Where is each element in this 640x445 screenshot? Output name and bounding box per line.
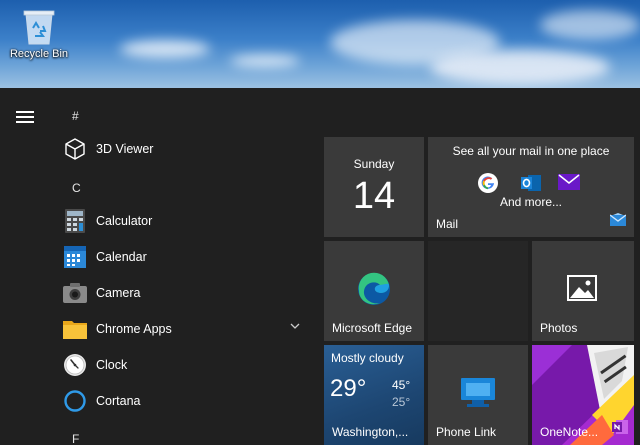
clock-icon <box>62 352 88 378</box>
group-header-hash[interactable]: # <box>72 109 79 123</box>
folder-icon <box>62 316 88 342</box>
tile-weather[interactable]: Mostly cloudy 29° 45° 25° Washington,... <box>324 345 424 445</box>
weather-condition: Mostly cloudy <box>331 351 404 365</box>
cloud <box>430 50 610 85</box>
mail-envelope-icon <box>609 213 627 231</box>
desktop-wallpaper: Recycle Bin <box>0 0 640 88</box>
tile-label: Mail <box>436 217 459 231</box>
tile-phone-link[interactable]: Phone Link <box>428 345 528 445</box>
app-3d-viewer[interactable]: 3D Viewer <box>62 132 312 166</box>
onenote-icon <box>612 419 628 440</box>
calculator-icon <box>62 208 88 234</box>
start-menu: # 3D Viewer C Calculator Calendar Camera <box>0 88 640 445</box>
weather-low: 25° <box>392 395 411 409</box>
tile-label: Phone Link <box>436 425 497 439</box>
start-rail <box>0 88 50 445</box>
weather-high: 45° <box>392 378 411 392</box>
calendar-day: Sunday <box>353 157 395 171</box>
cube-icon <box>62 136 88 162</box>
phone-link-icon <box>458 375 498 414</box>
app-chrome-apps[interactable]: Chrome Apps <box>62 312 312 346</box>
tile-label: Microsoft Edge <box>332 321 413 335</box>
app-label: Camera <box>96 286 141 300</box>
app-label: Calendar <box>96 250 147 264</box>
tile-edge[interactable]: Microsoft Edge <box>324 241 424 341</box>
tile-onenote[interactable]: OneNote... <box>532 345 634 445</box>
tile-empty <box>428 241 528 341</box>
cloud <box>120 40 210 58</box>
cortana-icon <box>62 388 88 414</box>
recycle-bin-icon <box>23 10 55 45</box>
app-camera[interactable]: Camera <box>62 276 312 310</box>
app-label: Chrome Apps <box>96 322 172 336</box>
calendar-icon <box>62 244 88 270</box>
app-label: 3D Viewer <box>96 142 154 156</box>
photos-icon <box>567 275 597 306</box>
mail-more: And more... <box>499 195 563 209</box>
cloud <box>540 10 640 40</box>
tile-photos[interactable]: Photos <box>532 241 634 341</box>
group-header-c[interactable]: C <box>72 181 81 195</box>
recycle-bin-label: Recycle Bin <box>9 48 69 60</box>
tile-mail[interactable]: See all your mail in one place And more.… <box>428 137 634 237</box>
cloud <box>230 55 300 67</box>
app-clock[interactable]: Clock <box>62 348 312 382</box>
app-cortana[interactable]: Cortana <box>62 384 312 418</box>
tile-label: OneNote... <box>540 425 599 439</box>
chevron-down-icon[interactable] <box>290 323 300 329</box>
recycle-bin[interactable]: Recycle Bin <box>6 6 72 60</box>
weather-location: Washington,... <box>332 425 409 439</box>
app-calculator[interactable]: Calculator <box>62 204 312 238</box>
weather-temp: 29° <box>330 375 367 402</box>
app-calendar[interactable]: Calendar <box>62 240 312 274</box>
mail-headline: See all your mail in one place <box>452 144 610 158</box>
edge-icon <box>356 271 392 312</box>
calendar-date: 14 <box>352 175 396 217</box>
yahoo-mail-icon <box>558 174 580 195</box>
hamburger-icon[interactable] <box>16 111 34 123</box>
tile-calendar[interactable]: Sunday 14 <box>324 137 424 237</box>
app-label: Cortana <box>96 394 141 408</box>
app-label: Calculator <box>96 214 153 228</box>
camera-icon <box>62 280 88 306</box>
app-label: Clock <box>96 358 128 372</box>
group-header-f[interactable]: F <box>72 432 79 445</box>
app-list: # 3D Viewer C Calculator Calendar Camera <box>52 88 312 445</box>
tile-label: Photos <box>540 321 578 335</box>
